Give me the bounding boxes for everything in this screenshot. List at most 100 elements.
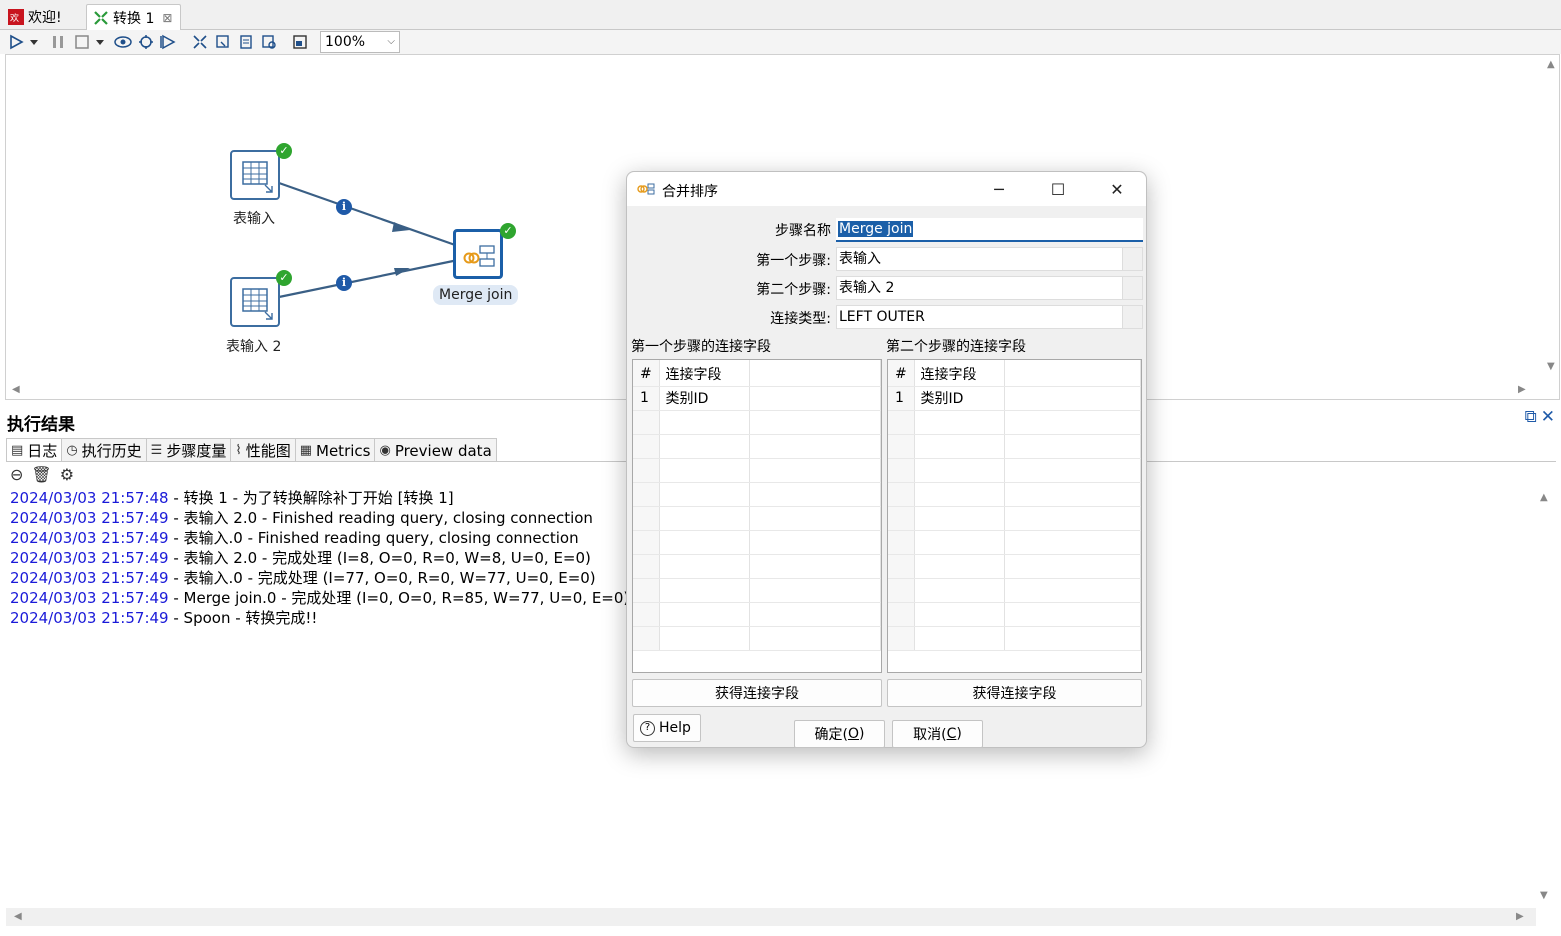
- tab-preview-data[interactable]: ◉ Preview data: [374, 438, 497, 462]
- second-step-select[interactable]: 表输入 2: [836, 276, 1143, 300]
- first-step-select[interactable]: 表输入: [836, 247, 1143, 271]
- maximize-panel-icon[interactable]: ⧉: [1525, 407, 1537, 427]
- table-row[interactable]: [633, 458, 881, 483]
- table-row[interactable]: [888, 602, 1141, 627]
- hop-info-icon[interactable]: i: [336, 275, 352, 291]
- replay-icon[interactable]: [158, 32, 178, 52]
- tab-step-metrics[interactable]: ☰ 步骤度量: [145, 438, 232, 462]
- table-input-step[interactable]: [230, 150, 280, 200]
- dropdown-button[interactable]: [1122, 306, 1142, 328]
- debug-icon[interactable]: [136, 32, 156, 52]
- log-vertical-scrollbar[interactable]: ▲ ▼: [1538, 486, 1552, 906]
- table-row[interactable]: [888, 410, 1141, 435]
- table-input-icon: [242, 288, 273, 320]
- hop-info-icon[interactable]: i: [336, 199, 352, 215]
- step-metrics-icon: ☰: [150, 443, 163, 458]
- close-icon[interactable]: ✕: [1102, 178, 1132, 200]
- table-row[interactable]: [633, 626, 881, 651]
- join-field-cell[interactable]: 类别ID: [659, 386, 750, 411]
- table-row[interactable]: [888, 506, 1141, 531]
- step-label: 表输入: [233, 211, 275, 227]
- column-header-field[interactable]: 连接字段: [914, 360, 1005, 387]
- log-line: 2024/03/03 21:57:49 - 表输入.0 - Finished r…: [10, 529, 579, 547]
- close-panel-icon[interactable]: ✕: [1541, 407, 1555, 427]
- impact-icon[interactable]: [213, 32, 233, 52]
- stop-icon[interactable]: [72, 32, 92, 52]
- step-name-value: Merge join: [838, 221, 914, 237]
- table-row[interactable]: [633, 410, 881, 435]
- table-row[interactable]: [888, 434, 1141, 459]
- minimize-icon[interactable]: ─: [984, 178, 1014, 200]
- table-row[interactable]: [888, 626, 1141, 651]
- get-second-join-fields-button[interactable]: 获得连接字段: [887, 679, 1142, 707]
- table-row[interactable]: [888, 578, 1141, 603]
- table-row[interactable]: 1 类别ID: [633, 386, 881, 411]
- table-row[interactable]: [888, 482, 1141, 507]
- table-row[interactable]: [633, 602, 881, 627]
- table-row[interactable]: [888, 458, 1141, 483]
- dialog-titlebar[interactable]: 合并排序 ─ ☐ ✕: [627, 172, 1146, 206]
- close-tab-icon[interactable]: ⊠: [162, 11, 172, 25]
- table-row[interactable]: [888, 530, 1141, 555]
- verify-icon[interactable]: [190, 32, 210, 52]
- help-label: Help: [659, 720, 691, 736]
- step-name-input[interactable]: Merge join: [836, 218, 1143, 242]
- preview-icon[interactable]: [113, 32, 133, 52]
- tab-history[interactable]: ◷ 执行历史: [61, 438, 147, 462]
- step-label: Merge join: [433, 285, 519, 305]
- table-row[interactable]: 1 类别ID: [888, 386, 1141, 411]
- table-row[interactable]: [888, 554, 1141, 579]
- join-field-cell[interactable]: 类别ID: [914, 386, 1005, 411]
- dropdown-button[interactable]: [1122, 248, 1142, 270]
- ok-button[interactable]: 确定(O): [794, 720, 885, 748]
- log-line: 2024/03/03 21:57:49 - 表输入 2.0 - Finished…: [10, 509, 593, 527]
- pause-icon[interactable]: [48, 32, 68, 52]
- stop-options-chevron-down-icon[interactable]: [93, 32, 107, 52]
- sql-icon[interactable]: [236, 32, 256, 52]
- table-row[interactable]: [633, 530, 881, 555]
- scroll-up-arrow-icon[interactable]: ▲: [1540, 492, 1548, 503]
- tab-transformation-1[interactable]: 转换 1 ⊠: [86, 4, 182, 31]
- run-icon[interactable]: [6, 32, 26, 52]
- scroll-up-arrow-icon[interactable]: ▲: [1547, 59, 1555, 70]
- join-type-select[interactable]: LEFT OUTER: [836, 305, 1143, 329]
- metrics-icon: ▦: [299, 443, 313, 458]
- merge-join-step[interactable]: [453, 229, 503, 279]
- explore-db-icon[interactable]: [259, 32, 279, 52]
- scroll-left-arrow-icon[interactable]: ◀: [12, 384, 20, 395]
- table-row[interactable]: [633, 506, 881, 531]
- column-header-index[interactable]: #: [633, 360, 660, 387]
- show-results-icon[interactable]: [290, 32, 310, 52]
- delete-icon[interactable]: 🗑: [31, 465, 51, 484]
- tab-welcome[interactable]: 欢 欢迎!: [2, 4, 70, 30]
- get-first-join-fields-button[interactable]: 获得连接字段: [632, 679, 882, 707]
- first-step-value: 表输入: [839, 251, 881, 267]
- help-button[interactable]: ? Help: [633, 714, 701, 742]
- dropdown-button[interactable]: [1122, 277, 1142, 299]
- cancel-button[interactable]: 取消(C): [892, 720, 983, 748]
- log-horizontal-scrollbar[interactable]: ◀ ▶: [6, 908, 1536, 926]
- first-step-keys-table[interactable]: # 连接字段 1 类别ID: [632, 359, 882, 673]
- tab-metrics[interactable]: ▦ Metrics: [294, 438, 376, 462]
- table-input-2-step[interactable]: [230, 277, 280, 327]
- tab-log[interactable]: ▤ 日志: [6, 438, 63, 462]
- scroll-down-arrow-icon[interactable]: ▼: [1547, 361, 1555, 372]
- scroll-down-arrow-icon[interactable]: ▼: [1540, 890, 1548, 901]
- column-header-field[interactable]: 连接字段: [659, 360, 750, 387]
- clear-log-icon[interactable]: ⊖: [10, 465, 23, 484]
- second-step-keys-table[interactable]: # 连接字段 1 类别ID: [887, 359, 1142, 673]
- maximize-icon[interactable]: ☐: [1043, 178, 1073, 200]
- scroll-right-arrow-icon[interactable]: ▶: [1516, 911, 1524, 922]
- tab-performance[interactable]: ⌇ 性能图: [230, 438, 296, 462]
- table-row[interactable]: [633, 482, 881, 507]
- column-header-index[interactable]: #: [888, 360, 915, 387]
- log-settings-gear-icon[interactable]: ⚙: [60, 465, 74, 484]
- table-row[interactable]: [633, 434, 881, 459]
- run-options-chevron-down-icon[interactable]: [27, 32, 41, 52]
- table-row[interactable]: [633, 578, 881, 603]
- scroll-right-arrow-icon[interactable]: ▶: [1518, 384, 1526, 395]
- canvas-vertical-scrollbar[interactable]: ▲ ▼: [1545, 55, 1559, 385]
- zoom-select[interactable]: 100% ⌵: [320, 31, 400, 53]
- table-row[interactable]: [633, 554, 881, 579]
- scroll-left-arrow-icon[interactable]: ◀: [14, 911, 22, 922]
